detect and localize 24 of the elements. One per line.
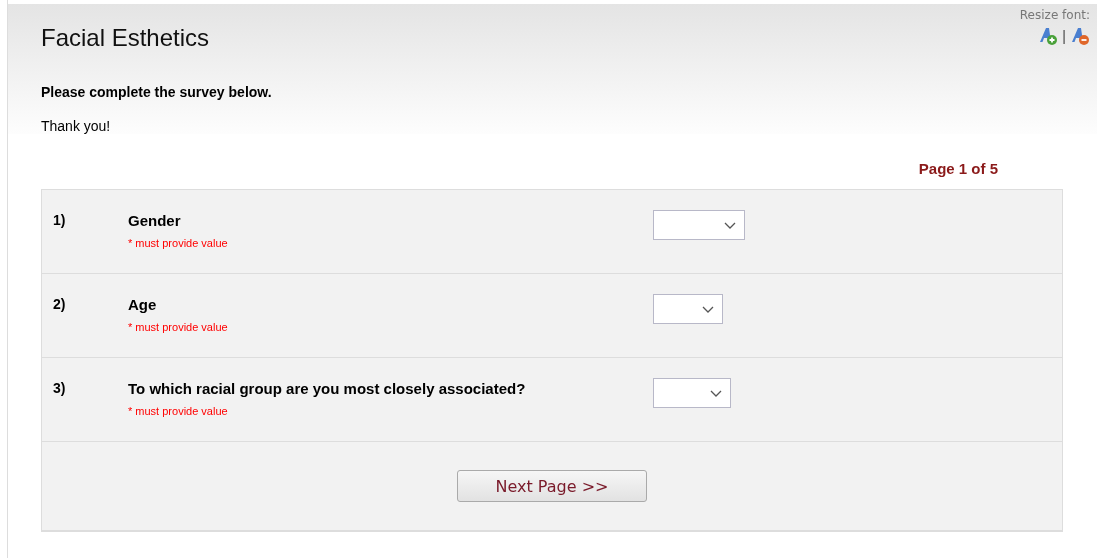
- page-title: Facial Esthetics: [41, 24, 210, 52]
- required-hint: * must provide value: [128, 321, 229, 333]
- resize-font-label: Resize font:: [1019, 8, 1090, 22]
- dropdown[interactable]: [653, 378, 731, 408]
- chevron-icon: [710, 389, 722, 397]
- next-page-button[interactable]: Next Page >>: [457, 470, 647, 502]
- question-label: To which racial group are you most closely associated?: [128, 380, 527, 397]
- question-number: 1): [52, 212, 67, 228]
- dropdown[interactable]: [653, 294, 723, 324]
- chevron-icon: [724, 221, 736, 229]
- required-hint: * must provide value: [128, 405, 229, 417]
- thank-you-text: Thank you!: [41, 118, 112, 134]
- chevron-icon: [702, 305, 714, 313]
- dropdown[interactable]: [653, 210, 745, 240]
- font-increase-icon[interactable]: [1038, 26, 1059, 46]
- intro-heading: Please complete the survey below.: [41, 84, 273, 100]
- separator: |: [1062, 28, 1066, 44]
- question-label: Age: [128, 296, 158, 313]
- page-indicator: Page 1 of 5: [918, 160, 998, 177]
- question-number: 2): [52, 296, 67, 312]
- question-label: Gender: [128, 212, 182, 229]
- required-hint: * must provide value: [128, 237, 229, 249]
- font-decrease-icon[interactable]: [1070, 26, 1090, 46]
- question-number: 3): [52, 380, 67, 396]
